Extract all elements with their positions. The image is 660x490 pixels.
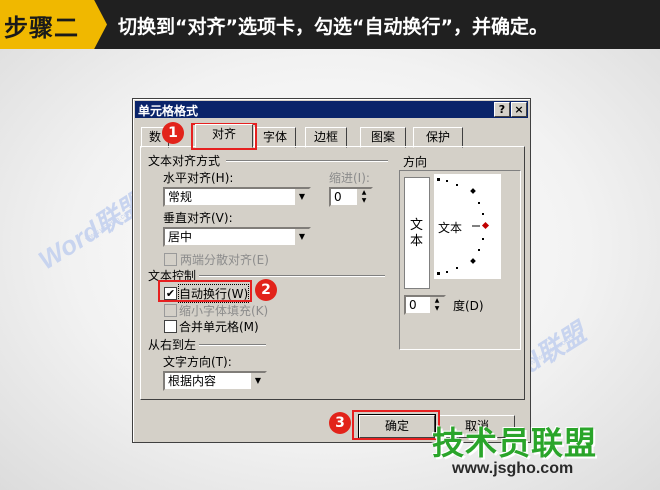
horizontal-align-value: 常规: [168, 190, 193, 204]
spin-arrows-icon[interactable]: ▲ ▼: [357, 189, 371, 205]
site-logo: 技术员联盟: [432, 424, 598, 462]
chevron-down-icon[interactable]: ▼: [294, 229, 309, 245]
chevron-down-icon[interactable]: ▼: [250, 373, 265, 389]
highlight-wrap-text: [158, 280, 252, 302]
degrees-stepper[interactable]: 0 ▲ ▼: [404, 295, 446, 315]
vertical-align-select[interactable]: 居中 ▼: [163, 227, 311, 247]
horizontal-align-select[interactable]: 常规 ▼: [163, 187, 311, 207]
degrees-value: 0: [409, 298, 417, 312]
tab-font[interactable]: 字体: [254, 127, 296, 148]
distributed-checkbox: [164, 253, 177, 266]
text-direction-label: 文字方向(T):: [163, 355, 232, 369]
horizontal-align-label: 水平对齐(H):: [163, 171, 234, 185]
highlight-ok-button: [352, 410, 440, 440]
degrees-label: 度(D): [453, 299, 484, 313]
rtl-group-label: 从右到左: [148, 338, 197, 352]
vertical-text-box[interactable]: 文本: [404, 177, 430, 289]
help-button[interactable]: ?: [494, 102, 510, 117]
tab-alignment[interactable]: 对齐: [195, 124, 253, 148]
dial-text-label: 文本: [438, 221, 463, 235]
tab-patterns[interactable]: 图案: [360, 127, 406, 148]
text-direction-value: 根据内容: [168, 374, 217, 388]
vertical-align-label: 垂直对齐(V):: [163, 211, 233, 225]
indent-value: 0: [334, 190, 342, 204]
dialog-title: 单元格格式: [138, 104, 199, 118]
header-banner: 步骤二 切换到“对齐”选项卡，勾选“自动换行”，并确定。: [0, 0, 660, 49]
step-badge-2: 2: [255, 279, 277, 301]
indent-stepper[interactable]: 0 ▲ ▼: [329, 187, 373, 207]
indent-label: 缩进(I):: [329, 171, 370, 185]
chevron-down-icon[interactable]: ▼: [294, 189, 309, 205]
shrink-to-fit-checkbox: [164, 304, 177, 317]
tab-border[interactable]: 边框: [305, 127, 347, 148]
tab-protection[interactable]: 保护: [413, 127, 463, 148]
dialog-titlebar: 单元格格式 ? ×: [135, 101, 528, 118]
instruction-text: 切换到“对齐”选项卡，勾选“自动换行”，并确定。: [118, 16, 548, 38]
merge-cells-checkbox[interactable]: [164, 320, 177, 333]
step-badge-1: 1: [162, 122, 184, 144]
vertical-align-value: 居中: [168, 230, 193, 244]
distributed-label: 两端分散对齐(E): [180, 253, 269, 267]
shrink-to-fit-label: 缩小字体填充(K): [179, 304, 269, 318]
text-direction-select[interactable]: 根据内容 ▼: [163, 371, 267, 391]
merge-cells-label[interactable]: 合并单元格(M): [179, 318, 259, 335]
vertical-text-label: 文本: [410, 218, 424, 249]
orientation-dial[interactable]: 文本: [434, 174, 501, 279]
spin-arrows-icon[interactable]: ▲ ▼: [430, 297, 444, 313]
site-url: www.jsgho.com: [452, 460, 574, 477]
text-alignment-group-label: 文本对齐方式: [148, 154, 221, 168]
divider: [199, 275, 385, 277]
divider: [226, 160, 388, 162]
step-label: 步骤二: [4, 14, 79, 42]
divider: [199, 344, 266, 346]
step-tag: 步骤二: [0, 0, 107, 49]
step-badge-3: 3: [329, 412, 351, 434]
orientation-group-label: 方向: [401, 153, 430, 170]
close-button[interactable]: ×: [511, 102, 527, 117]
